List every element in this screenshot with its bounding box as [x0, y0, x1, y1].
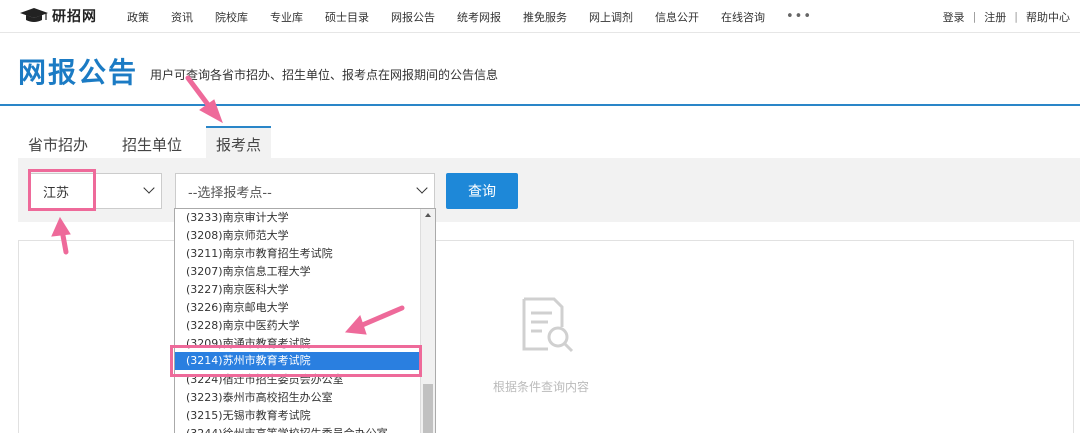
- arrow-head-icon: [344, 315, 367, 335]
- arrow-icon: [357, 305, 405, 329]
- arrow-head-icon: [51, 216, 71, 237]
- annotation-arrows: [51, 75, 405, 335]
- arrow-head-icon: [199, 99, 223, 124]
